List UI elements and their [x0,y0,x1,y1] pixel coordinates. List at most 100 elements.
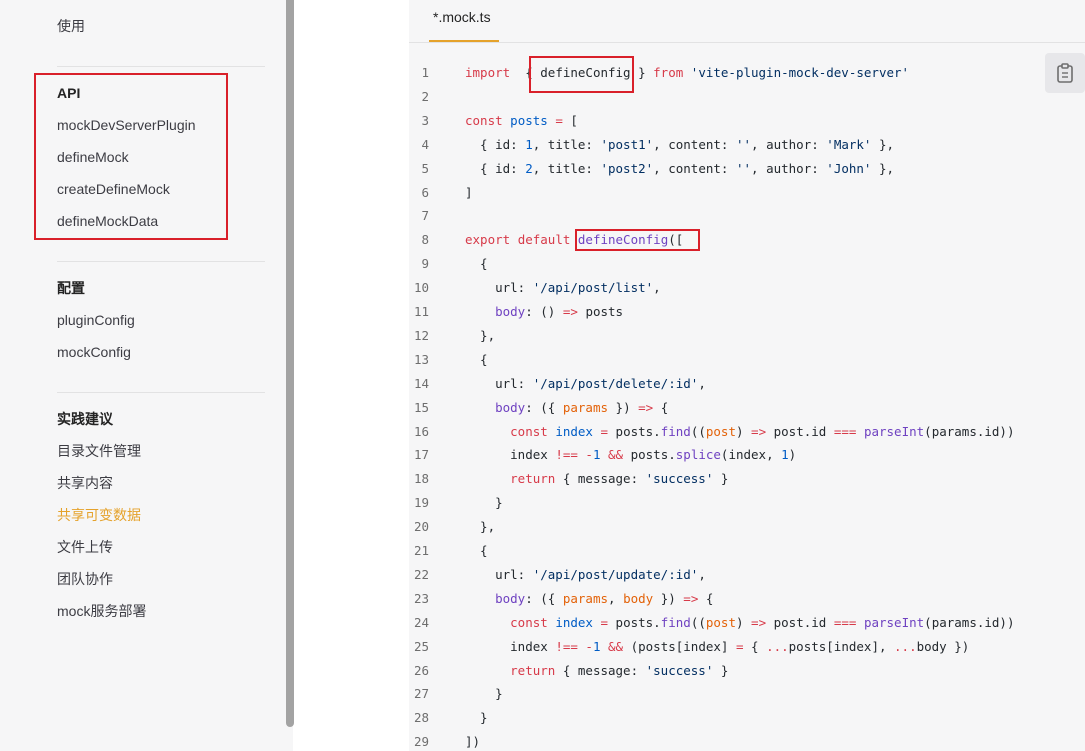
line-number: 3 [421,112,429,128]
code-token: body [623,590,654,606]
sidebar-item-mockconfig[interactable]: mockConfig [57,343,131,361]
line-number: 18 [413,471,429,487]
code-line: const index = posts.find((post) => post.… [465,614,1014,632]
code-token: , [698,375,706,391]
code-token: { id: [465,160,526,176]
code-token: }, [871,136,895,152]
code-token: parseInt [863,423,925,439]
code-token: body [465,590,526,606]
code-token: { [465,256,488,272]
code-token: , title: [532,136,601,152]
line-number: 8 [421,232,429,248]
sidebar-item-shared-content[interactable]: 共享内容 [57,474,113,492]
code-token: '/api/post/list' [532,280,654,296]
sidebar-item-usage[interactable]: 使用 [57,17,85,35]
api-highlight-box [34,73,228,240]
code-token: { [743,638,767,654]
code-line: const posts = [ [465,112,578,130]
code-token: (( [690,614,706,630]
code-token: 2 [525,160,533,176]
line-number: 29 [413,734,429,750]
line-number: 20 [413,519,429,535]
line-number: 5 [421,160,429,176]
code-token: , [608,590,624,606]
export-defineconfig-highlight-box [575,229,700,251]
code-token: }, [871,160,895,176]
code-token: return [465,662,556,678]
line-number: 12 [413,327,429,343]
code-token: - [585,447,593,463]
code-token: export [465,232,511,248]
sidebar-item-mock-deploy[interactable]: mock服务部署 [57,602,146,620]
sidebar-divider [57,392,265,393]
code-token: => [638,399,654,415]
line-number: 6 [421,184,429,200]
code-token: 1 [525,136,533,152]
sidebar-item-pluginconfig[interactable]: pluginConfig [57,311,135,329]
code-line: }, [465,518,495,536]
code-token: import [465,65,511,80]
code-token: posts. [608,614,661,630]
code-line: ]) [465,733,480,751]
code-token: 'post1' [600,136,654,152]
code-token: 1 [781,447,789,463]
line-number: 27 [413,686,429,702]
code-token: posts. [623,447,676,463]
code-token: ) [735,614,752,630]
code-token: return [465,471,556,487]
code-token: = [735,638,744,654]
code-token: 'vite-plugin-mock-dev-server' [690,65,910,80]
line-number: 13 [413,351,429,367]
line-number: 25 [413,638,429,654]
code-token: [ [562,112,578,128]
tab-mock-ts[interactable]: *.mock.ts [433,9,491,25]
line-number: 1 [421,65,429,80]
code-line: body: ({ params, body }) => { [465,590,713,608]
code-line: index !== -1 && posts.splice(index, 1) [465,446,796,464]
code-token: !== [555,638,578,654]
code-token: = [600,614,609,630]
code-line: { [465,351,488,369]
line-number: 19 [413,495,429,511]
code-token: ... [766,638,789,654]
code-token: { id: [465,136,526,152]
code-token: find [660,614,691,630]
code-token: const [465,112,503,128]
code-token: '/api/post/delete/:id' [532,375,699,391]
code-token: (params.id)) [924,614,1015,630]
code-token: index [547,614,593,630]
code-token: (index, [720,447,782,463]
copy-code-button[interactable] [1045,53,1085,93]
line-number: 2 [421,88,429,104]
sidebar-item-directory-management[interactable]: 目录文件管理 [57,442,141,460]
code-token: && [608,447,624,463]
code-token: => [562,304,578,319]
code-token: post [705,423,736,439]
code-token: }, [465,327,496,343]
sidebar-item-team-collaboration[interactable]: 团队协作 [57,570,113,588]
sidebar-item-shared-mutable-data[interactable]: 共享可变数据 [57,506,141,524]
code-line: url: '/api/post/delete/:id', [465,375,706,393]
code-token: , [698,566,706,582]
code-token: }) [653,590,684,606]
code-token: body [465,399,526,415]
sidebar-item-file-upload[interactable]: 文件上传 [57,538,113,556]
code-token: (( [690,423,706,439]
import-defineconfig-highlight-box [529,56,634,93]
code-token: } [713,662,729,678]
code-token: (params.id)) [924,423,1015,439]
code-line: body: ({ params }) => { [465,399,668,417]
code-token: { [465,543,488,558]
line-number: 4 [421,136,429,152]
code-line: ] [465,184,473,202]
code-token: index [465,638,556,654]
code-token: : ({ [525,399,563,415]
code-token: from [653,65,684,80]
code-token: '/api/post/update/:id' [532,566,699,582]
sidebar-scrollbar-thumb[interactable] [286,0,294,727]
code-token: parseInt [863,614,925,630]
code-token: index [465,447,556,463]
